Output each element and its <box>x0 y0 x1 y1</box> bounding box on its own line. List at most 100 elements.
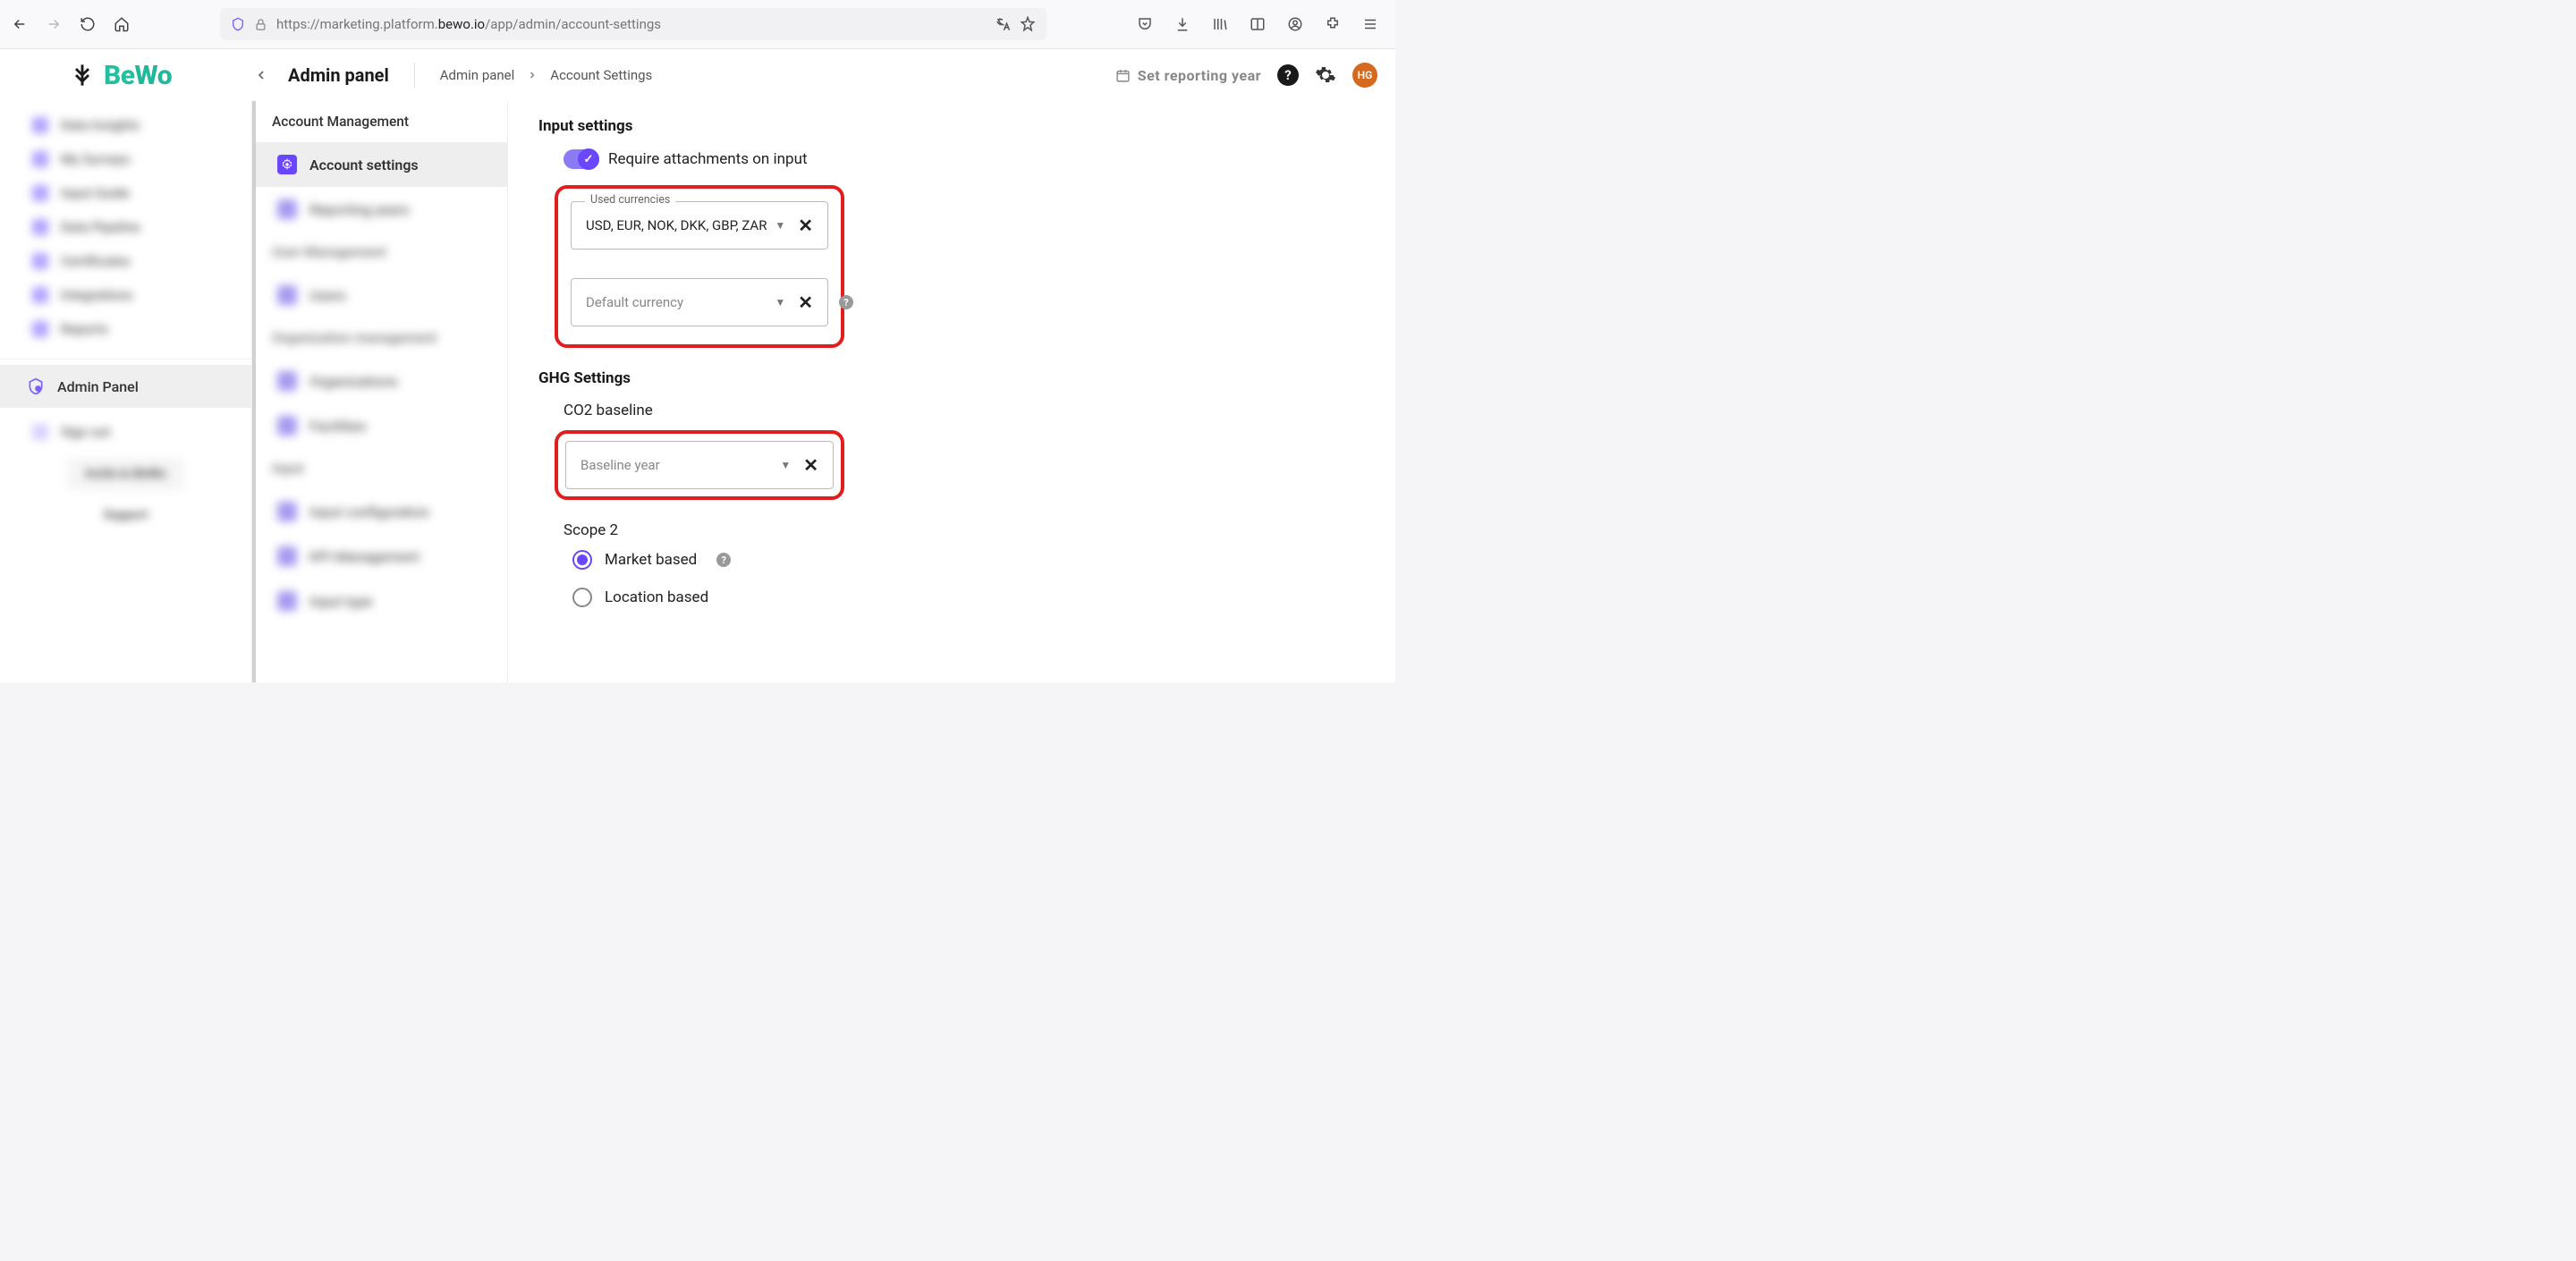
sidebar-item-admin-panel[interactable]: Admin Panel <box>0 365 251 408</box>
browser-reload-button[interactable] <box>79 15 97 33</box>
main-sidebar: Data Insights My Surveys Input Guide Dat… <box>0 101 252 682</box>
url-text: https://marketing.platform.bewo.io/app/a… <box>276 16 986 32</box>
require-attachments-label: Require attachments on input <box>608 150 808 168</box>
browser-back-button[interactable] <box>11 15 29 33</box>
header-left: Admin panel Admin panel Account Settings <box>250 63 652 88</box>
breadcrumb-item[interactable]: Admin panel <box>440 67 515 83</box>
secondary-nav-heading: User Management <box>252 232 507 273</box>
breadcrumb: Admin panel Account Settings <box>440 67 653 83</box>
secondary-nav-heading: Account Management <box>252 101 507 142</box>
baseline-year-placeholder: Baseline year <box>580 457 773 473</box>
baseline-highlight-box: Baseline year ▼ ✕ <box>555 430 844 500</box>
market-based-radio[interactable] <box>572 550 592 570</box>
require-attachments-toggle[interactable]: ✓ <box>564 149 599 169</box>
location-based-radio[interactable] <box>572 588 592 607</box>
default-currency-field-wrap: Default currency ▼ ✕ ? <box>571 278 828 326</box>
library-icon[interactable] <box>1211 15 1229 33</box>
used-currencies-value: USD, EUR, NOK, DKK, GBP, ZAR <box>586 217 767 233</box>
reporting-year-button[interactable]: Set reporting year <box>1115 67 1261 84</box>
default-currency-select[interactable]: Default currency ▼ ✕ <box>571 278 828 326</box>
market-based-label: Market based <box>605 551 697 569</box>
extensions-icon[interactable] <box>1324 15 1342 33</box>
check-icon: ✓ <box>578 148 599 170</box>
sidebar-item-label: Admin Panel <box>57 378 139 395</box>
sidebar-item-sign-out[interactable]: Sign out <box>0 415 251 449</box>
secondary-nav-item[interactable]: KPI Management <box>252 534 507 579</box>
lock-icon <box>254 18 267 31</box>
logo-text-wo: Wo <box>135 60 173 91</box>
sidebar-item[interactable]: Data Pipeline <box>0 210 251 244</box>
logo-mark-icon <box>70 63 95 88</box>
calendar-icon <box>1115 68 1131 83</box>
browser-home-button[interactable] <box>113 15 131 33</box>
chevron-down-icon: ▼ <box>775 296 785 309</box>
header-back-button[interactable] <box>250 64 272 86</box>
help-button[interactable]: ? <box>1277 64 1299 86</box>
default-currency-placeholder: Default currency <box>586 294 767 310</box>
chevron-down-icon: ▼ <box>775 219 785 232</box>
sidebar-item[interactable]: Data Insights <box>0 108 251 142</box>
shield-icon <box>231 17 245 31</box>
header-divider <box>414 63 415 88</box>
secondary-sidebar: Account Management Account settings Repo… <box>252 101 508 682</box>
market-based-row: Market based ? <box>572 550 1365 570</box>
shield-admin-icon <box>27 377 45 395</box>
sidebar-divider <box>0 359 251 360</box>
used-currencies-field-wrap: Used currencies USD, EUR, NOK, DKK, GBP,… <box>571 201 828 250</box>
chevron-right-icon <box>527 70 538 80</box>
main-content: Input settings ✓ Require attachments on … <box>508 101 1395 682</box>
bookmark-star-icon[interactable] <box>1020 16 1036 32</box>
page-title: Admin panel <box>288 64 389 86</box>
location-based-row: Location based <box>572 588 1365 607</box>
support-button[interactable]: Support <box>85 499 165 531</box>
secondary-nav-item[interactable]: Facilities <box>252 403 507 448</box>
browser-right-icons <box>1136 15 1379 33</box>
downloads-icon[interactable] <box>1174 15 1191 33</box>
default-currency-help-icon[interactable]: ? <box>839 295 853 309</box>
logo-text-be: Be <box>104 60 135 91</box>
invite-button[interactable]: Invite to BeWo <box>67 458 184 490</box>
browser-url-bar[interactable]: https://marketing.platform.bewo.io/app/a… <box>220 8 1046 40</box>
secondary-nav-item[interactable]: Reporting years <box>252 187 507 232</box>
secondary-nav-account-settings[interactable]: Account settings <box>252 142 507 187</box>
sidebar-blurred-bottom: Sign out Invite to BeWo Support <box>0 408 251 547</box>
currencies-highlight-box: Used currencies USD, EUR, NOK, DKK, GBP,… <box>555 185 844 348</box>
breadcrumb-item[interactable]: Account Settings <box>550 67 652 83</box>
sidebar-item[interactable]: Reports <box>0 312 251 346</box>
gear-icon <box>277 155 297 174</box>
browser-nav-buttons <box>11 15 131 33</box>
sidebar-item[interactable]: My Surveys <box>0 142 251 176</box>
sidebar-item[interactable]: Integrations <box>0 278 251 312</box>
settings-button[interactable] <box>1315 64 1336 86</box>
secondary-nav-item[interactable]: Users <box>252 273 507 317</box>
account-icon[interactable] <box>1286 15 1304 33</box>
app-logo[interactable]: BeWo <box>0 60 250 91</box>
secondary-nav-heading: Organization management <box>252 317 507 359</box>
clear-default-currency-button[interactable]: ✕ <box>792 292 818 313</box>
sidebar-icon[interactable] <box>1249 15 1267 33</box>
translate-icon[interactable] <box>995 16 1011 32</box>
sidebar-item[interactable]: Input Guide <box>0 176 251 210</box>
clear-used-currencies-button[interactable]: ✕ <box>792 215 818 236</box>
chevron-down-icon: ▼ <box>780 459 791 471</box>
baseline-year-select[interactable]: Baseline year ▼ ✕ <box>565 441 834 489</box>
secondary-nav-item[interactable]: Input type <box>252 579 507 623</box>
browser-forward-button[interactable] <box>45 15 63 33</box>
browser-toolbar: https://marketing.platform.bewo.io/app/a… <box>0 0 1395 49</box>
secondary-nav-blurred: Reporting years User Management Users Or… <box>252 187 507 623</box>
location-based-label: Location based <box>605 588 708 606</box>
market-based-help-icon[interactable]: ? <box>716 553 731 567</box>
secondary-nav-item[interactable]: Organizations <box>252 359 507 403</box>
used-currencies-select[interactable]: USD, EUR, NOK, DKK, GBP, ZAR ▼ ✕ <box>571 201 828 250</box>
user-avatar[interactable]: HG <box>1352 63 1377 88</box>
app-layout: Data Insights My Surveys Input Guide Dat… <box>0 101 1395 682</box>
input-settings-heading: Input settings <box>538 117 1365 135</box>
sidebar-item[interactable]: Certificates <box>0 244 251 278</box>
browser-menu-icon[interactable] <box>1361 15 1379 33</box>
secondary-nav-item[interactable]: Input configuration <box>252 489 507 534</box>
app-header: BeWo Admin panel Admin panel Account Set… <box>0 49 1395 101</box>
used-currencies-legend: Used currencies <box>585 193 675 207</box>
secondary-nav-label: Account settings <box>309 157 419 173</box>
pocket-icon[interactable] <box>1136 15 1154 33</box>
clear-baseline-year-button[interactable]: ✕ <box>798 454 824 476</box>
